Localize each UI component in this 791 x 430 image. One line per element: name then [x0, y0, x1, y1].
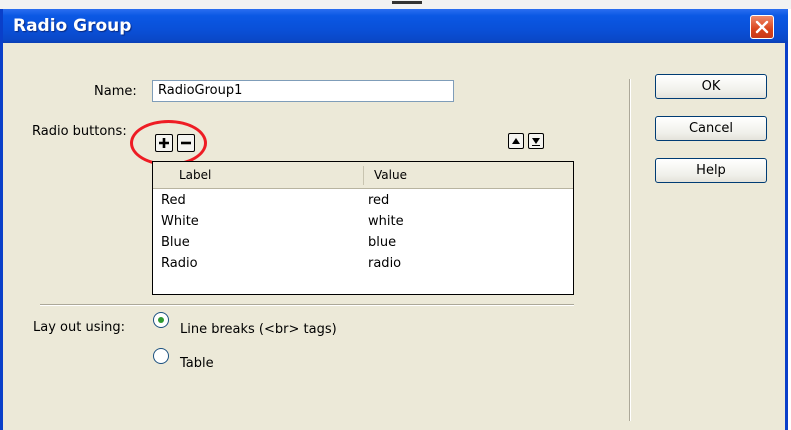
- selected-dot: [158, 317, 164, 323]
- table-radio[interactable]: [153, 348, 169, 364]
- close-button[interactable]: [750, 15, 774, 39]
- column-divider[interactable]: [363, 166, 364, 185]
- down-arrow-icon: [532, 138, 540, 146]
- row-label: Red: [161, 193, 186, 208]
- table-row[interactable]: Blue blue: [153, 233, 573, 254]
- column-header-label[interactable]: Label: [179, 168, 211, 182]
- close-icon: [755, 20, 769, 34]
- title-bar[interactable]: Radio Group: [3, 9, 788, 43]
- row-label: Radio: [161, 256, 198, 271]
- table-option-label[interactable]: Table: [180, 356, 214, 371]
- background-strip: [0, 0, 791, 9]
- name-label: Name:: [94, 84, 137, 99]
- move-up-button[interactable]: [508, 133, 524, 149]
- highlight-circle: [130, 120, 207, 166]
- name-input[interactable]: RadioGroup1: [152, 80, 454, 102]
- radio-group-dialog: Radio Group Name: RadioGroup1 Radio butt…: [0, 9, 788, 430]
- row-value: radio: [368, 256, 402, 271]
- row-label: White: [161, 214, 199, 229]
- row-value: white: [368, 214, 404, 229]
- line-breaks-option-label[interactable]: Line breaks (<br> tags): [180, 322, 337, 337]
- up-arrow-icon: [512, 138, 520, 144]
- radio-buttons-grid[interactable]: Label Value Red red White white Blue blu…: [152, 161, 574, 295]
- row-label: Blue: [161, 235, 190, 250]
- help-button[interactable]: Help: [655, 158, 767, 183]
- cancel-button[interactable]: Cancel: [655, 116, 767, 141]
- table-row[interactable]: Red red: [153, 191, 573, 212]
- horizontal-separator: [40, 304, 574, 306]
- dialog-title: Radio Group: [13, 16, 132, 36]
- line-breaks-radio[interactable]: [153, 312, 169, 328]
- ok-button[interactable]: OK: [655, 74, 767, 99]
- table-row[interactable]: Radio radio: [153, 254, 573, 275]
- layout-label: Lay out using:: [33, 320, 125, 335]
- row-value: red: [368, 193, 390, 208]
- row-value: blue: [368, 235, 397, 250]
- grid-header: Label Value: [153, 162, 573, 189]
- column-header-value[interactable]: Value: [374, 168, 407, 182]
- table-row[interactable]: White white: [153, 212, 573, 233]
- background-window-fragment: [392, 1, 422, 4]
- vertical-separator: [629, 79, 631, 421]
- move-down-button[interactable]: [528, 133, 544, 149]
